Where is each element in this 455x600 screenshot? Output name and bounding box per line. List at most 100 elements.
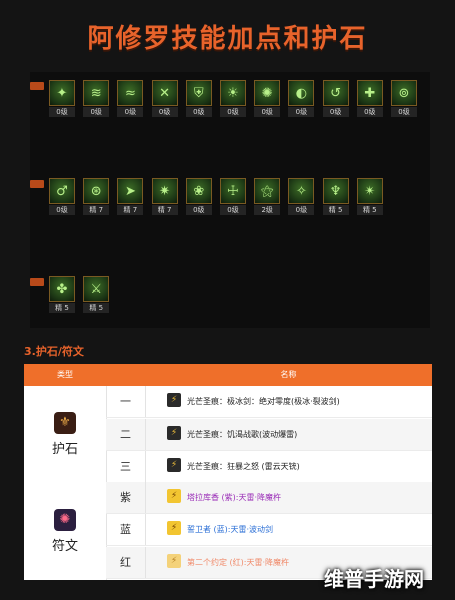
spark-icon: ✧: [288, 178, 315, 204]
rune-icon: ✺: [54, 508, 76, 531]
swirl-icon: ↺: [322, 80, 349, 106]
skill-slot[interactable]: ✚ 0级: [356, 80, 383, 117]
section-title: 3.护石/符文: [24, 345, 84, 358]
skill-slot[interactable]: ♂ 0级: [49, 178, 75, 215]
tier-label: 紫: [106, 482, 146, 513]
skill-level: 精 5: [49, 303, 75, 313]
lightning-icon: ⚡: [167, 521, 181, 535]
header-name: 名称: [280, 370, 297, 379]
header-type: 类型: [57, 370, 73, 379]
figure-icon: ♂: [49, 178, 75, 204]
item-name: 光芒圣痕：饥渴战歌(波动爆雷): [187, 430, 298, 439]
skill-level: 精 7: [83, 205, 110, 215]
skill-slot[interactable]: ⚝ 2级: [254, 178, 281, 215]
skill-level: 精 5: [356, 205, 383, 215]
rune-icon: ✤: [49, 276, 75, 302]
skill-slot[interactable]: ⚔ 精 5: [83, 276, 110, 313]
tier-label: 三: [106, 451, 146, 482]
lightning-icon: ⚡: [167, 393, 181, 407]
skill-level: 0级: [185, 205, 212, 215]
seal-icon: ⊛: [83, 178, 110, 204]
lightning-icon: ⚡: [167, 458, 181, 472]
skill-level: 0级: [83, 107, 110, 117]
skill-slot[interactable]: ⊚ 0级: [391, 80, 417, 117]
skill-level: 0级: [220, 205, 246, 215]
blade-icon: ⚔: [83, 276, 110, 302]
skill-slot[interactable]: ✦ 0级: [49, 80, 75, 117]
skill-slot[interactable]: ✷ 精 7: [151, 178, 178, 215]
table-row: 一 ⚡ 光芒圣痕：极冰剑：绝对零度(极冰·裂波剑): [106, 386, 432, 418]
wave-icon: ≈: [117, 80, 144, 106]
skill-level: 0级: [254, 107, 281, 117]
skill-slot[interactable]: ♆ 精 5: [322, 178, 349, 215]
table-row: 二 ⚡ 光芒圣痕：饥渴战歌(波动爆雷): [106, 419, 432, 451]
tier-label: 蓝: [106, 514, 146, 545]
table-row: 三 ⚡ 光芒圣痕：狂暴之怒 (雷云天铳): [106, 451, 432, 483]
skill-slot[interactable]: ≋ 0级: [83, 80, 110, 117]
skill-slot[interactable]: ✧ 0级: [288, 178, 315, 215]
skill-slot[interactable]: ✺ 0级: [254, 80, 281, 117]
item-name: 塔拉库香 (紫):天雷·降魔杵: [187, 493, 282, 502]
lightning-icon: ⚡: [167, 426, 181, 440]
ring-icon: ⊚: [391, 80, 417, 106]
skill-slot[interactable]: ➤ 精 7: [117, 178, 144, 215]
claw-icon: ≋: [83, 80, 110, 106]
skill-slot[interactable]: ↺ 0级: [322, 80, 349, 117]
item-name: 誓卫者 (蓝):天雷·波动剑: [187, 525, 274, 534]
item-name: 第二个约定 (红):天雷·降魔杵: [187, 558, 290, 567]
tier-label: 一: [106, 386, 146, 417]
leaf-icon: ✦: [49, 80, 75, 106]
pillar-icon: ☩: [220, 178, 246, 204]
slash-icon: ✕: [151, 80, 178, 106]
lotus-icon: ❀: [185, 178, 212, 204]
skill-row-1: ✦ 0级 ≋ 0级 ≈0级 ✕ 0级 ⛨ 0级 ☀ 0级 ✺ 0级 ◐ 0级 ↺ 0级 ✚ 0级 ⊚ 0级: [30, 74, 430, 132]
skill-slot[interactable]: ≈0级: [117, 80, 144, 117]
skill-level: 精 7: [117, 205, 144, 215]
skill-slot[interactable]: ❀ 0级: [185, 178, 212, 215]
warrior-icon: ♆: [322, 178, 349, 204]
skill-slot[interactable]: ⛨ 0级: [185, 80, 212, 117]
skill-slot[interactable]: ⊛ 精 7: [83, 178, 110, 215]
category-amulet: ⚜ 护石: [24, 386, 107, 482]
row-tag: [30, 82, 44, 90]
row-tag: [30, 278, 44, 286]
skill-level: 0级: [356, 107, 383, 117]
skill-level: 0级: [288, 107, 315, 117]
skill-slot[interactable]: ✕ 0级: [151, 80, 178, 117]
skill-row-3: ✤ 精 5 ⚔ 精 5: [30, 270, 430, 328]
orb-icon: ◐: [288, 80, 315, 106]
skill-level: 2级: [254, 205, 281, 215]
skill-slot[interactable]: ✤ 精 5: [49, 276, 75, 313]
skill-level: 0级: [220, 107, 246, 117]
skill-slot[interactable]: ✴ 精 5: [356, 178, 383, 215]
lightning-icon: ⚡: [167, 489, 181, 503]
category-label: 护石: [51, 441, 78, 457]
cross-icon: ✚: [356, 80, 383, 106]
skill-level: 0级: [151, 107, 178, 117]
burst-icon: ✷: [151, 178, 178, 204]
crest-icon: ✺: [254, 80, 281, 106]
category-label: 符文: [51, 538, 78, 554]
skill-slot[interactable]: ☩ 0级: [220, 178, 246, 215]
amulet-rune-table: 类型 名称 ⚜ 护石 ✺ 符文 一 ⚡ 光芒圣痕：极冰剑：绝对零度(极冰·裂波剑) 二…: [24, 364, 432, 580]
skill-level: 精 5: [322, 205, 349, 215]
table-header: 类型 名称: [24, 364, 432, 386]
watermark: 维普手游网: [324, 567, 424, 591]
table-row: 紫 ⚡ 塔拉库香 (紫):天雷·降魔杵: [106, 482, 432, 514]
table-row: 蓝 ⚡ 誓卫者 (蓝):天雷·波动剑: [106, 514, 432, 546]
flame-icon: ☀: [220, 80, 246, 106]
shield-icon: ⛨: [185, 80, 212, 106]
category-rune: ✺ 符文: [24, 482, 107, 580]
tier-label: 二: [106, 419, 146, 450]
page-title: 阿修罗技能加点和护石: [87, 23, 368, 54]
arrow-icon: ➤: [117, 178, 144, 204]
skill-slot[interactable]: ◐ 0级: [288, 80, 315, 117]
skill-row-2: ♂ 0级 ⊛ 精 7 ➤ 精 7 ✷ 精 7 ❀ 0级 ☩ 0级 ⚝ 2级 ✧ 0级 ♆ 精 5 ✴ 精 5: [30, 172, 430, 230]
amulet-icon: ⚜: [54, 411, 76, 434]
tier-label: 红: [106, 547, 146, 578]
skill-slot[interactable]: ☀ 0级: [220, 80, 246, 117]
star-icon: ✴: [356, 178, 383, 204]
skill-level: 0级: [49, 205, 75, 215]
skill-level: 精 5: [83, 303, 110, 313]
skill-level: 精 7: [151, 205, 178, 215]
